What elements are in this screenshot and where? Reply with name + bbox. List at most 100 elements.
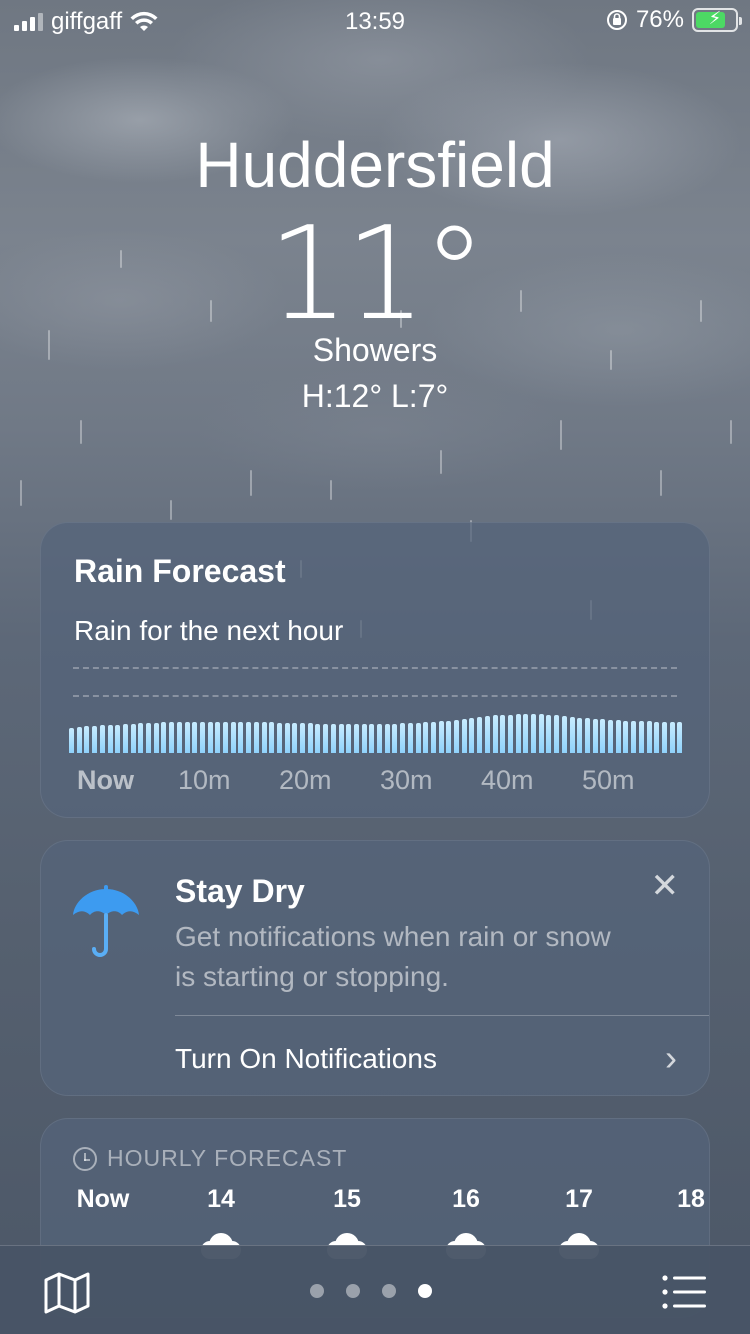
rain-intensity-bar <box>400 723 406 753</box>
rain-intensity-bar <box>492 715 498 753</box>
rain-intensity-bar <box>361 724 367 753</box>
rain-intensity-bar <box>184 722 190 753</box>
rain-intensity-bar <box>130 724 136 753</box>
rain-intensity-bar <box>153 723 159 753</box>
raindrop <box>20 480 22 506</box>
rain-forecast-subtitle: Rain for the next hour <box>74 615 344 646</box>
rain-intensity-bar <box>115 725 121 753</box>
rain-forecast-card[interactable]: Rain Forecast Rain for the next hour Now… <box>40 522 710 818</box>
raindrop <box>80 420 82 444</box>
rain-axis-label-now: Now <box>77 765 134 795</box>
rain-intensity-bar <box>323 724 329 753</box>
rain-intensity-bar <box>169 722 175 753</box>
page-dot[interactable] <box>382 1284 396 1298</box>
rain-intensity-bar <box>92 726 98 753</box>
rain-intensity-bar <box>600 719 606 753</box>
hourly-time-row: Now 14 15 16 17 18 <box>41 1185 711 1225</box>
rain-intensity-bar <box>500 715 506 753</box>
close-icon[interactable]: ✕ <box>651 869 680 903</box>
stay-dry-card: Stay Dry Get notifications when rain or … <box>40 840 710 1096</box>
page-dot-active[interactable] <box>418 1284 432 1298</box>
rain-intensity-bar <box>207 722 213 753</box>
rain-intensity-bar <box>69 728 74 753</box>
rain-intensity-bar <box>230 722 236 753</box>
rain-intensity-bar <box>307 723 313 753</box>
chevron-right-icon[interactable]: › <box>665 1037 677 1079</box>
battery-percent: 76% <box>635 6 684 33</box>
map-icon[interactable] <box>44 1272 90 1314</box>
rain-intensity-bar <box>615 720 621 753</box>
rain-intensity-bar <box>430 722 436 753</box>
rain-intensity-bar <box>146 723 151 753</box>
raindrop <box>560 420 562 450</box>
rain-intensity-bar <box>253 722 259 753</box>
hour-label: 17 <box>565 1185 593 1213</box>
rain-intensity-bar <box>454 720 459 753</box>
rain-intensity-bar <box>353 724 359 753</box>
rain-intensity-bar <box>631 721 637 753</box>
rain-intensity-bar <box>469 718 475 753</box>
turn-on-notifications-button[interactable]: Turn On Notifications <box>175 1043 437 1075</box>
rain-intensity-bar <box>84 726 90 753</box>
rain-gridline-top <box>73 667 677 669</box>
rain-intensity-bar <box>392 724 398 753</box>
rain-intensity-bar <box>438 721 444 753</box>
rain-intensity-bar <box>292 723 298 753</box>
rain-intensity-bar <box>384 724 390 753</box>
rain-intensity-bar <box>138 723 144 753</box>
rain-intensity-bar <box>415 723 421 753</box>
rain-intensity-bar <box>577 718 583 753</box>
rain-intensity-bar <box>407 723 413 753</box>
stay-dry-description: Get notifications when rain or snow is s… <box>175 921 611 992</box>
hourly-forecast-header: HOURLY FORECAST <box>107 1145 348 1171</box>
rain-intensity-bar <box>176 722 182 753</box>
rain-intensity-bar <box>623 721 629 753</box>
rain-intensity-bar <box>638 721 644 753</box>
rain-intensity-bar <box>477 717 483 753</box>
page-indicator[interactable] <box>310 1284 432 1298</box>
rain-intensity-bar <box>538 714 544 753</box>
raindrop <box>440 450 442 474</box>
rain-intensity-bar <box>269 722 275 753</box>
status-bar: giffgaff 13:59 76% ⚡ <box>0 0 750 42</box>
orientation-lock-icon <box>606 10 627 30</box>
rain-intensity-chart <box>69 703 685 753</box>
rain-intensity-bar <box>507 715 513 753</box>
rain-intensity-bar <box>592 719 598 753</box>
rain-intensity-bar <box>484 716 490 753</box>
current-temperature: 11° <box>267 200 487 349</box>
rain-intensity-bar <box>546 715 552 753</box>
rain-intensity-bar <box>608 720 613 753</box>
rain-intensity-bar <box>161 722 167 753</box>
rain-intensity-bar <box>107 725 113 753</box>
rain-intensity-bar <box>284 723 290 753</box>
rain-intensity-bar <box>338 724 344 753</box>
hour-label: 18 <box>677 1185 705 1213</box>
rain-intensity-bar <box>531 714 536 753</box>
battery-icon: ⚡ <box>692 8 742 32</box>
stay-dry-title: Stay Dry <box>175 873 305 909</box>
rain-intensity-bar <box>122 724 128 753</box>
page-dot[interactable] <box>346 1284 360 1298</box>
rain-intensity-bar <box>76 727 82 753</box>
raindrop <box>170 500 172 520</box>
rain-axis-label: 10m <box>178 765 231 795</box>
rain-intensity-bar <box>238 722 244 753</box>
rain-intensity-bar <box>192 722 198 753</box>
rain-intensity-bar <box>654 722 660 753</box>
rain-intensity-bar <box>669 722 675 753</box>
rain-intensity-bar <box>99 725 105 753</box>
rain-intensity-bar <box>515 714 521 753</box>
rain-intensity-bar <box>246 722 252 753</box>
umbrella-icon <box>73 885 139 957</box>
clock-icon <box>73 1146 97 1171</box>
rain-intensity-bar <box>300 723 305 753</box>
rain-axis-label: 50m <box>582 765 635 795</box>
raindrop <box>250 470 252 496</box>
hour-label: 16 <box>452 1185 480 1213</box>
rain-axis-label: 20m <box>279 765 332 795</box>
rain-intensity-bar <box>584 718 590 753</box>
list-icon[interactable] <box>662 1274 706 1310</box>
rain-intensity-bar <box>523 714 529 753</box>
page-dot[interactable] <box>310 1284 324 1298</box>
